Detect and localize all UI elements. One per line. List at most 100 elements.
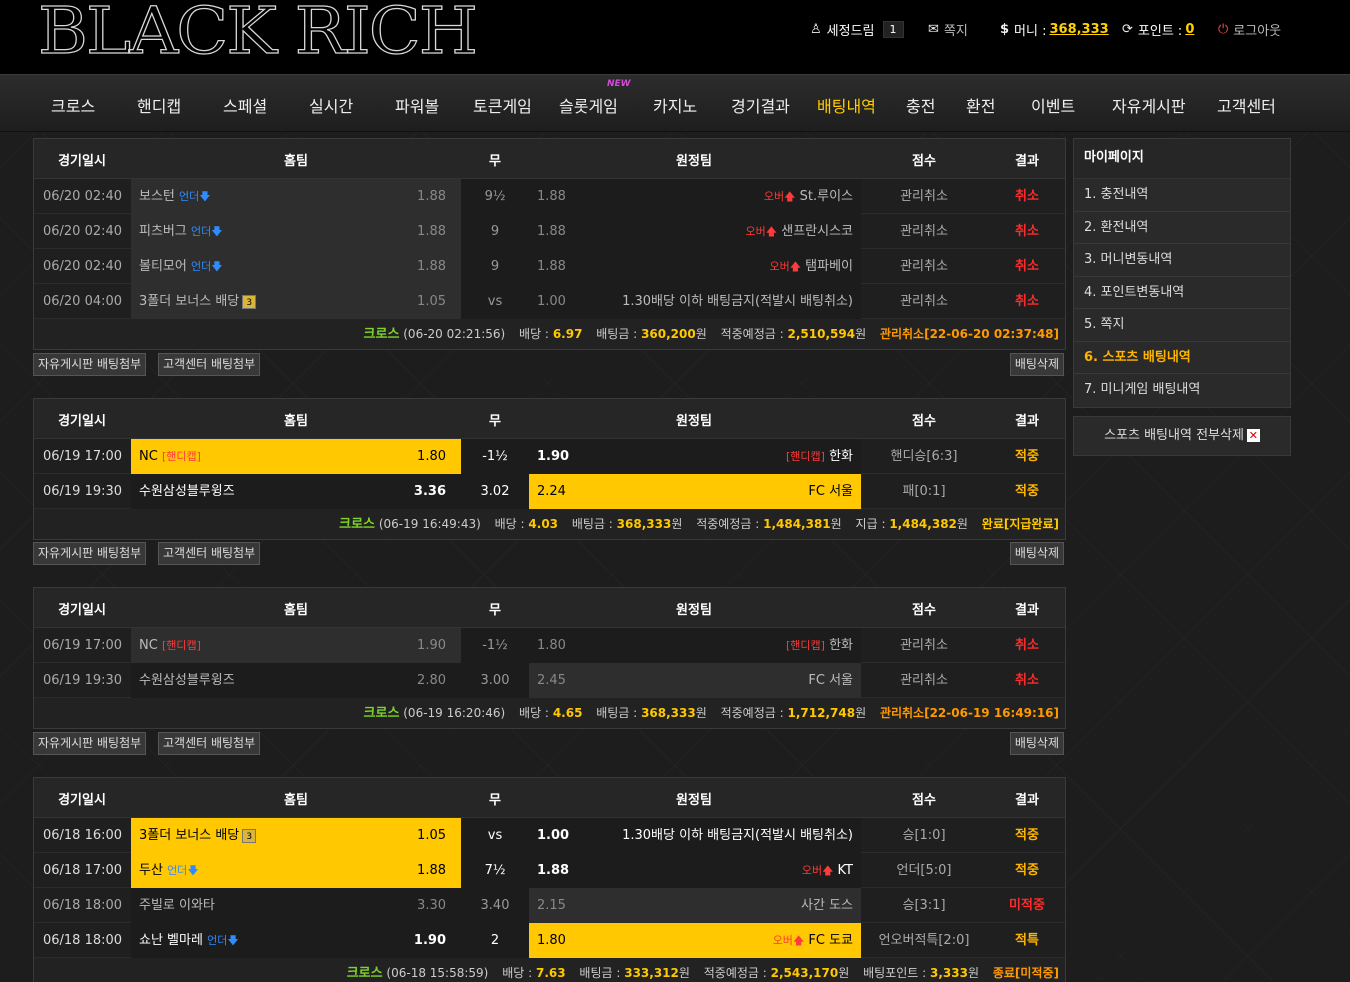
result-badge: 미적중 — [1009, 898, 1045, 913]
bet-summary: 크로스 (06-19 16:49:43) 배당 : 4.03 배팅금 : 368… — [34, 509, 1065, 539]
bet-slip-1: 경기일시 홈팀 무 원정팀 점수 결과 06/20 02:40 보스턴 언더🡇 1… — [33, 138, 1066, 350]
table-row: 06/20 02:40 볼티모어 언더🡇 1.88 9 1.88 오버🡅 탬파베이 … — [34, 249, 1065, 284]
bet-status: 관리취소[22-06-20 02:37:48] — [879, 327, 1059, 341]
nav-item-token-game[interactable]: 토큰게임 — [473, 93, 532, 117]
arrow-down-icon: 🡇 — [187, 864, 199, 877]
nav-item-deposit[interactable]: 충전 — [906, 93, 935, 117]
table-row: 06/18 16:00 3폴더 보너스 배당 3 1.05 vs 1.00 1.30배… — [34, 818, 1065, 853]
table-row: 06/20 02:40 보스턴 언더🡇 1.88 9½ 1.88 오버🡅 St.루이… — [34, 179, 1065, 214]
arrow-down-icon: 🡇 — [211, 225, 223, 238]
attach-free-board-button[interactable]: 자유게시판 배팅첨부 — [33, 542, 147, 565]
nav-item-handicap[interactable]: 핸디캡 — [137, 93, 181, 117]
nav-item-event[interactable]: 이벤트 — [1031, 93, 1075, 117]
nav-item-powerball[interactable]: 파워볼 — [395, 93, 439, 117]
user-info: ♙ 세정드림 1 — [810, 19, 904, 39]
nav-item-bet-history[interactable]: 배팅내역 — [817, 93, 876, 117]
nav-item-customer-center[interactable]: 고객센터 — [1217, 93, 1276, 117]
under-tag: 언더 — [167, 864, 188, 877]
nav-item-cross[interactable]: 크로스 — [51, 93, 95, 117]
result-badge: 취소 — [1015, 224, 1039, 239]
result-badge: 취소 — [1015, 259, 1039, 274]
bet-status: 관리취소[22-06-19 16:49:16] — [879, 706, 1059, 720]
table-row: 06/19 17:00 NC [핸디캡] 1.90 -1½ 1.80 [핸디캡] 한… — [34, 628, 1065, 663]
over-tag: 오버 — [769, 260, 790, 273]
result-badge: 적중 — [1015, 863, 1039, 878]
close-icon: ✕ — [1246, 429, 1260, 442]
bet-summary: 크로스 (06-18 15:58:59) 배당 : 7.63 배팅금 : 333… — [34, 958, 1065, 982]
result-badge: 취소 — [1015, 673, 1039, 688]
delete-bet-button[interactable]: 배팅삭제 — [1009, 732, 1064, 755]
handicap-tag: [핸디캡] — [785, 639, 825, 652]
over-tag: 오버 — [801, 864, 823, 877]
result-badge: 적특 — [1015, 933, 1039, 948]
under-tag: 언더 — [207, 934, 228, 947]
sidebar-item-money-history[interactable]: 3. 머니변동내역 — [1074, 244, 1290, 277]
over-tag: 오버 — [772, 934, 793, 947]
delete-all-sports-bets-button[interactable]: 스포츠 배팅내역 전부삭제 ✕ — [1073, 416, 1291, 456]
over-tag: 오버 — [763, 190, 785, 203]
result-badge: 적중 — [1015, 449, 1039, 464]
table-row: 06/19 17:00 NC [핸디캡] 1.80 -1½ 1.90 [핸디캡] 한… — [34, 439, 1065, 474]
result-badge: 취소 — [1015, 294, 1039, 309]
bet-slip-4: 경기일시 홈팀 무 원정팀 점수 결과 06/18 16:00 3폴더 보너스 … — [33, 777, 1066, 982]
main-nav: 크로스 핸디캡 스페셜 실시간 파워볼 토큰게임 슬롯게임 NEW 카지노 경기… — [0, 74, 1350, 132]
table-header: 경기일시 홈팀 무 원정팀 점수 결과 — [34, 588, 1065, 628]
bet-actions-2: 자유게시판 배팅첨부 고객센터 배팅첨부 배팅삭제 — [33, 542, 1066, 566]
nav-item-results[interactable]: 경기결과 — [731, 93, 790, 117]
table-row: 06/18 18:00 주빌로 이와타 3.30 3.40 2.15 사간 도스 승… — [34, 888, 1065, 923]
envelope-icon: ✉ — [928, 21, 939, 37]
under-tag: 언더 — [190, 260, 212, 273]
point-link[interactable]: ⟳ 포인트 : 0 — [1122, 19, 1194, 39]
arrow-up-icon: 🡅 — [765, 225, 778, 238]
result-badge: 취소 — [1015, 638, 1039, 653]
nav-item-withdraw[interactable]: 환전 — [966, 93, 995, 117]
sidebar-item-minigame-bets[interactable]: 7. 미니게임 배팅내역 — [1074, 374, 1290, 407]
bonus-icon: 3 — [242, 294, 257, 309]
power-icon: ⏻ — [1218, 21, 1229, 37]
nav-item-slot-game[interactable]: 슬롯게임 — [559, 93, 618, 117]
delete-bet-button[interactable]: 배팅삭제 — [1009, 353, 1064, 376]
money-amount: 368,333 — [1049, 21, 1109, 37]
sidebar-item-point-history[interactable]: 4. 포인트변동내역 — [1074, 276, 1290, 309]
result-badge: 적중 — [1015, 484, 1039, 499]
bet-slip-3: 경기일시 홈팀 무 원정팀 점수 결과 06/19 17:00 NC [핸디캡]… — [33, 587, 1066, 729]
bet-actions-3: 자유게시판 배팅첨부 고객센터 배팅첨부 배팅삭제 — [33, 732, 1066, 756]
mypage-sidebar: 마이페이지 1. 충전내역 2. 환전내역 3. 머니변동내역 4. 포인트변동… — [1073, 138, 1291, 408]
site-logo[interactable]: BLACK RICH — [37, 0, 478, 70]
new-badge: NEW — [607, 79, 631, 89]
messages-link[interactable]: ✉ 쪽지 — [928, 19, 968, 39]
nav-item-casino[interactable]: 카지노 — [653, 93, 697, 117]
top-bar: BLACK RICH ♙ 세정드림 1 ✉ 쪽지 $ 머니 : 368,333 … — [0, 0, 1350, 74]
nav-item-free-board[interactable]: 자유게시판 — [1112, 93, 1186, 117]
sidebar-item-deposit-history[interactable]: 1. 충전내역 — [1074, 179, 1290, 212]
attach-free-board-button[interactable]: 자유게시판 배팅첨부 — [33, 732, 147, 755]
result-badge: 적중 — [1015, 828, 1039, 843]
user-icon: ♙ — [810, 21, 822, 37]
bet-summary: 크로스 (06-20 02:21:56) 배당 : 6.97 배팅금 : 360… — [34, 319, 1065, 349]
sidebar-item-sports-bets[interactable]: 6. 스포츠 배팅내역 — [1074, 341, 1290, 374]
bonus-icon: 3 — [242, 828, 257, 843]
handicap-tag: [핸디캡] — [785, 450, 825, 463]
table-row: 06/18 18:00 쇼난 벨마레 언더🡇 1.90 2 1.80 오버🡅 FC … — [34, 923, 1065, 958]
under-tag: 언더 — [179, 190, 200, 203]
under-tag: 언더 — [190, 225, 212, 238]
attach-cs-button[interactable]: 고객센터 배팅첨부 — [158, 542, 261, 565]
arrow-down-icon: 🡇 — [211, 260, 223, 273]
arrow-up-icon: 🡅 — [792, 934, 805, 947]
handicap-tag: [핸디캡] — [161, 639, 201, 652]
sidebar-item-messages[interactable]: 5. 쪽지 — [1074, 309, 1290, 342]
table-header: 경기일시 홈팀 무 원정팀 점수 결과 — [34, 778, 1065, 818]
handicap-tag: [핸디캡] — [161, 450, 201, 463]
attach-cs-button[interactable]: 고객센터 배팅첨부 — [158, 353, 261, 376]
table-row: 06/20 02:40 피츠버그 언더🡇 1.88 9 1.88 오버🡅 샌프란시스… — [34, 214, 1065, 249]
nav-item-special[interactable]: 스페셜 — [223, 93, 267, 117]
attach-cs-button[interactable]: 고객센터 배팅첨부 — [158, 732, 261, 755]
table-header: 경기일시 홈팀 무 원정팀 점수 결과 — [34, 399, 1065, 439]
nav-item-live[interactable]: 실시간 — [309, 93, 353, 117]
delete-bet-button[interactable]: 배팅삭제 — [1009, 542, 1064, 565]
logout-button[interactable]: ⏻ 로그아웃 — [1218, 19, 1281, 39]
arrow-up-icon: 🡅 — [789, 260, 802, 273]
attach-free-board-button[interactable]: 자유게시판 배팅첨부 — [33, 353, 147, 376]
sidebar-item-withdraw-history[interactable]: 2. 환전내역 — [1074, 211, 1290, 244]
money-link[interactable]: $ 머니 : 368,333 — [1000, 19, 1109, 39]
